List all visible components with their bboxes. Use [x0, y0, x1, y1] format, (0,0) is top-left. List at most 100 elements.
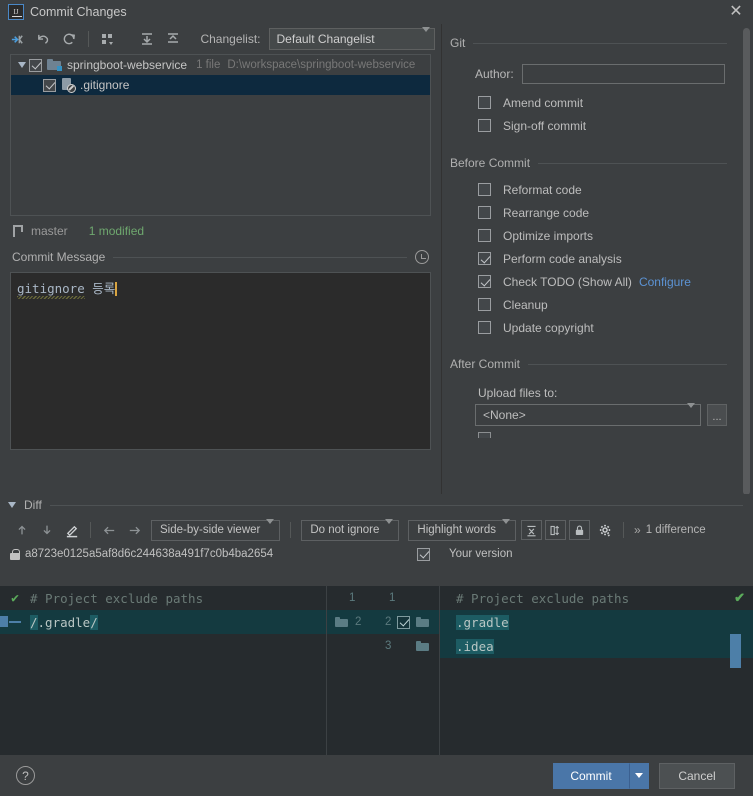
- divider: [538, 162, 727, 164]
- diff-left-editor[interactable]: ✔ # Project exclude paths / .gradle /: [0, 586, 327, 755]
- cleanup-checkbox[interactable]: [478, 298, 491, 311]
- accept-change-checkbox[interactable]: [397, 615, 411, 629]
- commit-dropdown-button[interactable]: [629, 762, 649, 789]
- gutter-row-3: 3: [327, 634, 439, 658]
- rearrange-code-checkbox[interactable]: [478, 206, 491, 219]
- synchronize-scrolling-icon[interactable]: [545, 520, 567, 540]
- update-copyright-checkbox[interactable]: [478, 321, 491, 334]
- upload-target-combobox[interactable]: <None>: [475, 403, 701, 426]
- checkbox-label: Perform code analysis: [503, 251, 622, 266]
- commit-message-input[interactable]: gitignore 등록: [10, 272, 431, 450]
- reformat-code-checkbox[interactable]: [478, 183, 491, 196]
- checkbox-sign-off-commit[interactable]: Sign-off commit: [478, 114, 743, 137]
- perform-code-analysis-checkbox[interactable]: [478, 252, 491, 265]
- checkbox-label: Amend commit: [503, 95, 584, 110]
- branch-name: master: [31, 224, 68, 238]
- viewer-mode-value: Side-by-side viewer: [160, 524, 261, 536]
- chevron-double-right-icon[interactable]: »: [634, 523, 641, 537]
- checkbox-rearrange-code[interactable]: Rearrange code: [478, 201, 743, 224]
- diff-right-scroll-marker[interactable]: [730, 634, 741, 668]
- checkbox-optimize-imports[interactable]: Optimize imports: [478, 224, 743, 247]
- history-clock-icon[interactable]: [415, 250, 429, 264]
- collapse-all-icon[interactable]: [161, 28, 185, 50]
- group-title: After Commit: [450, 357, 521, 371]
- author-field[interactable]: [521, 64, 725, 84]
- commit-button-group: Commit: [553, 762, 649, 789]
- previous-difference-icon[interactable]: [10, 519, 34, 541]
- next-difference-icon[interactable]: [35, 519, 59, 541]
- root-checkbox[interactable]: [29, 58, 42, 72]
- diff-left-change-marker: [0, 616, 8, 627]
- divider: [113, 256, 407, 258]
- collapse-unchanged-fragments-icon[interactable]: [521, 520, 543, 540]
- configure-todo-link[interactable]: Configure: [639, 275, 691, 289]
- accept-all-checkbox[interactable]: [417, 547, 430, 561]
- ok-check-icon: ✔: [734, 590, 745, 605]
- highlight-policy-combobox[interactable]: Highlight words: [408, 519, 517, 541]
- diff-right-line-2: .gradle: [440, 610, 753, 634]
- options-scrollbar[interactable]: [742, 28, 751, 495]
- gutter-rows: 1 1 2 2 3: [327, 586, 439, 658]
- group-title: Before Commit: [450, 156, 531, 170]
- viewer-mode-combobox[interactable]: Side-by-side viewer: [151, 519, 281, 541]
- cancel-button[interactable]: Cancel: [659, 762, 735, 789]
- folder-icon: [416, 640, 430, 652]
- revert-icon[interactable]: [32, 28, 56, 50]
- tree-row-root[interactable]: springboot-webservice 1 file D:\workspac…: [11, 55, 430, 75]
- left-line-number: 1: [349, 592, 356, 604]
- show-diff-icon[interactable]: [6, 28, 30, 50]
- gutter-row-2: 2 2: [327, 610, 439, 634]
- diff-settings-gear-icon[interactable]: [593, 519, 617, 541]
- ignore-policy-combobox[interactable]: Do not ignore: [301, 519, 400, 541]
- optimize-imports-checkbox[interactable]: [478, 229, 491, 242]
- group-header-after-commit: After Commit: [442, 355, 743, 373]
- text-caret: [115, 282, 117, 296]
- upload-browse-button[interactable]: ...: [707, 404, 727, 426]
- diff-toolbar: Side-by-side viewer Do not ignore Highli…: [0, 516, 753, 544]
- diff-center-gutter[interactable]: 1 1 2 2 3: [327, 586, 440, 755]
- check-todo-checkbox[interactable]: [478, 275, 491, 288]
- commit-message-text: gitignore 등록: [17, 278, 117, 297]
- commit-button[interactable]: Commit: [553, 762, 629, 789]
- divider: [473, 42, 727, 44]
- close-icon[interactable]: ✕: [725, 2, 747, 22]
- checkbox-label: Check TODO (Show All): [503, 274, 632, 289]
- misspelled-word: gitignore: [17, 281, 85, 296]
- ignore-policy-value: Do not ignore: [310, 524, 380, 536]
- help-question-icon[interactable]: ?: [16, 766, 35, 785]
- amend-commit-checkbox[interactable]: [478, 96, 491, 109]
- checkbox-label: Optimize imports: [503, 228, 594, 243]
- commit-message-rest: 등록: [84, 281, 116, 296]
- chevron-down-icon[interactable]: [8, 502, 16, 508]
- apply-left-icon[interactable]: [97, 519, 121, 541]
- commit-message-header: Commit Message: [0, 246, 441, 268]
- edit-source-icon[interactable]: [60, 519, 84, 541]
- tree-row-gitignore[interactable]: .gitignore: [11, 75, 430, 95]
- changes-tree[interactable]: springboot-webservice 1 file D:\workspac…: [10, 54, 431, 216]
- read-only-lock-icon[interactable]: [569, 520, 591, 540]
- expand-all-icon[interactable]: [135, 28, 159, 50]
- checkbox-update-copyright[interactable]: Update copyright: [478, 316, 743, 339]
- diff-right-editor[interactable]: # Project exclude paths .gradle .idea ✔: [440, 586, 753, 755]
- toolbar-divider: [623, 522, 625, 538]
- group-by-icon[interactable]: [96, 28, 120, 50]
- changelist-combobox[interactable]: Default Changelist: [268, 27, 435, 50]
- apply-right-icon[interactable]: [122, 519, 146, 541]
- sign-off-commit-checkbox[interactable]: [478, 119, 491, 132]
- gutter-row-1: 1 1: [327, 586, 439, 610]
- diff-left-line-1: ✔ # Project exclude paths: [0, 586, 326, 610]
- intellij-idea-icon: IJ: [8, 4, 24, 20]
- checkbox-label: Update copyright: [503, 320, 594, 335]
- root-name: springboot-webservice: [67, 58, 188, 72]
- refresh-icon[interactable]: [58, 28, 82, 50]
- checkbox-reformat-code[interactable]: Reformat code: [478, 178, 743, 201]
- checkbox-amend-commit[interactable]: Amend commit: [478, 91, 743, 114]
- chevron-down-icon[interactable]: [15, 62, 29, 68]
- clipped-checkbox[interactable]: [478, 432, 491, 438]
- checkbox-perform-code-analysis[interactable]: Perform code analysis: [478, 247, 743, 270]
- gitignore-checkbox[interactable]: [43, 78, 56, 92]
- checkbox-check-todo[interactable]: Check TODO (Show All) Configure: [478, 270, 743, 293]
- checkbox-cleanup[interactable]: Cleanup: [478, 293, 743, 316]
- checkbox-label: Reformat code: [503, 182, 582, 197]
- diff-section-header: Diff: [0, 494, 753, 516]
